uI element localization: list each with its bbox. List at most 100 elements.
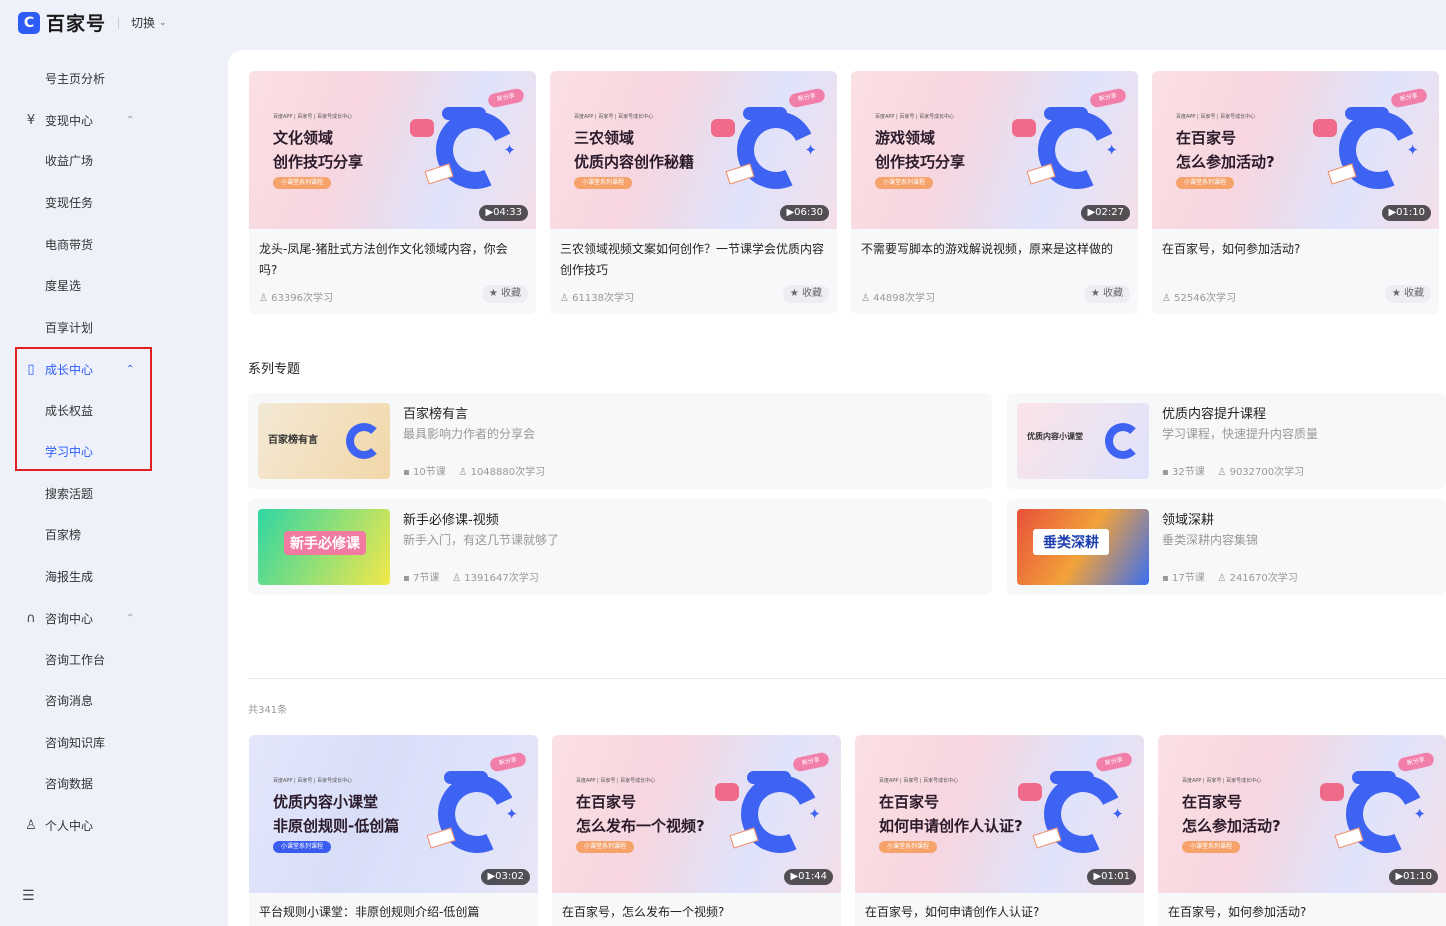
- series-card[interactable]: 新手必修课 新手必修课-视频 新手入门，有这几节课就够了 ▪ 7节课 ♙ 139…: [248, 499, 992, 595]
- sidebar-item-duxingxuan[interactable]: 度星选: [0, 273, 150, 297]
- logo-icon: C: [18, 11, 40, 34]
- thumb-series-pill: 小课堂系列课程: [879, 841, 938, 853]
- series-card[interactable]: 百家榜有言 百家榜有言 最具影响力作者的分享会 ▪ 10节课 ♙ 1048880…: [248, 393, 992, 489]
- favorite-button[interactable]: ★ 收藏: [1384, 285, 1431, 303]
- duration-badge: ▶01:01: [1087, 869, 1136, 885]
- series-thumbnail: 垂类深耕: [1017, 509, 1149, 585]
- book-icon: [426, 827, 456, 849]
- course-card[interactable]: 百度APP | 百家号 | 百家号成长中心 游戏领域 创作技巧分享 小课堂系列课…: [851, 71, 1138, 314]
- sidebar-item-search-topics[interactable]: 搜索活题: [0, 481, 150, 505]
- sidebar-item-label: 电商带货: [45, 237, 94, 252]
- book-icon: [424, 163, 454, 185]
- course-thumbnail[interactable]: 百度APP | 百家号 | 百家号成长中心 文化领域 创作技巧分享 小课堂系列课…: [249, 71, 536, 229]
- sidebar-item-label: 百家榜: [45, 527, 82, 542]
- chevron-down-icon: ⌄: [159, 17, 167, 28]
- sidebar-item-personal-center[interactable]: ♙ 个人中心: [0, 813, 150, 837]
- book-icon: [1026, 163, 1056, 185]
- sidebar-item-label: 度星选: [45, 278, 82, 293]
- course-thumbnail[interactable]: 百度APP | 百家号 | 百家号成长中心 在百家号 怎么参加活动? 小课堂系列…: [1158, 735, 1446, 893]
- duration-badge: ▶01:10: [1389, 869, 1438, 885]
- sparkle-icon: ✦: [1105, 141, 1118, 159]
- course-title[interactable]: 平台规则小课堂：非原创规则介绍-低创篇: [259, 902, 526, 923]
- course-title[interactable]: 在百家号，如何参加活动?: [1168, 902, 1434, 923]
- course-card[interactable]: 百度APP | 百家号 | 百家号成长中心 在百家号 怎么发布一个视频? 小课堂…: [552, 735, 841, 926]
- course-thumbnail[interactable]: 百度APP | 百家号 | 百家号成长中心 在百家号 怎么发布一个视频? 小课堂…: [552, 735, 841, 893]
- sidebar-item-poster-generator[interactable]: 海报生成: [0, 564, 150, 588]
- course-title[interactable]: 在百家号，如何参加活动?: [1162, 239, 1427, 260]
- lessons-icon: ▪: [403, 467, 413, 478]
- sidebar-item-consult-data[interactable]: 咨询数据: [0, 771, 150, 795]
- series-title[interactable]: 优质内容提升课程: [1162, 403, 1266, 422]
- switch-account-button[interactable]: 切换 ⌄: [118, 14, 167, 31]
- course-learners: ♙ 61138次学习: [560, 289, 634, 304]
- sidebar-item-label: 咨询知识库: [45, 735, 106, 750]
- course-card[interactable]: 百度APP | 百家号 | 百家号成长中心 在百家号 怎么参加活动? 小课堂系列…: [1158, 735, 1446, 926]
- sidebar-item-baixiang-plan[interactable]: 百享计划: [0, 315, 150, 339]
- book-icon: [1327, 163, 1357, 185]
- sidebar-item-consult-knowledge[interactable]: 咨询知识库: [0, 730, 150, 754]
- series-meta: ▪ 32节课 ♙ 9032700次学习: [1162, 463, 1304, 478]
- section-title: 系列专题: [248, 362, 301, 377]
- learners-count: 1048880次学习: [470, 467, 546, 478]
- thumb-title-line2: 怎么参加活动?: [1176, 153, 1275, 171]
- star-icon: ★: [1391, 288, 1404, 299]
- sidebar-item-monetization-tasks[interactable]: 变现任务: [0, 190, 150, 214]
- sidebar-item-label: 号主页分析: [45, 71, 106, 86]
- thumb-brands: 百度APP | 百家号 | 百家号成长中心: [1176, 114, 1256, 120]
- course-card[interactable]: 百度APP | 百家号 | 百家号成长中心 文化领域 创作技巧分享 小课堂系列课…: [249, 71, 536, 314]
- user-icon: ♙: [458, 467, 471, 478]
- book-icon: [1032, 827, 1062, 849]
- favorite-label: 收藏: [501, 288, 521, 299]
- course-card[interactable]: 百度APP | 百家号 | 百家号成长中心 在百家号 怎么参加活动? 小课堂系列…: [1152, 71, 1439, 314]
- sidebar-item-ecommerce[interactable]: 电商带货: [0, 232, 150, 256]
- sidebar-item-consult-messages[interactable]: 咨询消息: [0, 688, 150, 712]
- sidebar-item-consult-workbench[interactable]: 咨询工作台: [0, 647, 150, 671]
- course-card[interactable]: 百度APP | 百家号 | 百家号成长中心 优质内容小课堂 非原创规则-低创篇 …: [249, 735, 538, 926]
- series-thumbnail: 优质内容小课堂: [1017, 403, 1149, 479]
- course-thumbnail[interactable]: 百度APP | 百家号 | 百家号成长中心 在百家号 怎么参加活动? 小课堂系列…: [1152, 71, 1439, 229]
- course-thumbnail[interactable]: 百度APP | 百家号 | 百家号成长中心 在百家号 如何申请创作人认证? 小课…: [855, 735, 1144, 893]
- course-thumbnail[interactable]: 百度APP | 百家号 | 百家号成长中心 游戏领域 创作技巧分享 小课堂系列课…: [851, 71, 1138, 229]
- series-card[interactable]: 优质内容小课堂 优质内容提升课程 学习课程，快速提升内容质量 ▪ 32节课 ♙ …: [1007, 393, 1446, 489]
- series-title[interactable]: 领域深耕: [1162, 509, 1214, 528]
- favorite-button[interactable]: ★ 收藏: [1083, 285, 1130, 303]
- thumb-title-line1: 优质内容小课堂: [273, 793, 379, 811]
- course-card[interactable]: 百度APP | 百家号 | 百家号成长中心 在百家号 如何申请创作人认证? 小课…: [855, 735, 1144, 926]
- book-icon: [729, 827, 759, 849]
- sidebar-item-label: 百享计划: [45, 320, 94, 335]
- duration-badge: ▶01:10: [1382, 205, 1431, 221]
- thumb-series-pill: 小课堂系列课程: [1176, 177, 1235, 189]
- thumb-series-pill: 小课堂系列课程: [273, 841, 332, 853]
- course-title[interactable]: 在百家号，怎么发布一个视频?: [562, 902, 829, 923]
- logo[interactable]: C 百家号: [18, 9, 106, 36]
- book-icon: [725, 163, 755, 185]
- course-thumbnail[interactable]: 百度APP | 百家号 | 百家号成长中心 优质内容小课堂 非原创规则-低创篇 …: [249, 735, 538, 893]
- course-title[interactable]: 在百家号，如何申请创作人认证?: [865, 902, 1132, 923]
- favorite-button[interactable]: ★ 收藏: [782, 285, 829, 303]
- highlight-box: [15, 347, 152, 471]
- sidebar-group-monetization[interactable]: ¥ 变现中心 ⌃: [0, 108, 150, 132]
- course-thumbnail[interactable]: 百度APP | 百家号 | 百家号成长中心 三农领域 优质内容创作秘籍 小课堂系…: [550, 71, 837, 229]
- divider: [248, 678, 1446, 679]
- sidebar-group-consult[interactable]: ∩ 咨询中心 ⌃: [0, 606, 150, 630]
- series-title[interactable]: 新手必修课-视频: [403, 509, 499, 528]
- baijiahao-c-icon: [346, 423, 382, 459]
- course-card[interactable]: 百度APP | 百家号 | 百家号成长中心 三农领域 优质内容创作秘籍 小课堂系…: [550, 71, 837, 314]
- sidebar-item-homepage-analysis[interactable]: 号主页分析: [0, 66, 150, 90]
- series-title[interactable]: 百家榜有言: [403, 403, 468, 422]
- course-title[interactable]: 三农领域视频文案如何创作？一节课学会优质内容创作技巧: [560, 239, 825, 281]
- course-title[interactable]: 不需要写脚本的游戏解说视频，原来是这样做的: [861, 239, 1126, 260]
- favorite-button[interactable]: ★ 收藏: [481, 285, 528, 303]
- sidebar-item-earnings-plaza[interactable]: 收益广场: [0, 148, 150, 172]
- learners-count: 44898次学习: [873, 293, 935, 304]
- thumb-tag: 新手必修课: [284, 531, 366, 555]
- thumb-brands: 百度APP | 百家号 | 百家号成长中心: [273, 778, 353, 784]
- user-icon: ♙: [25, 817, 37, 833]
- sidebar-item-baijia-rank[interactable]: 百家榜: [0, 522, 150, 546]
- course-title[interactable]: 龙头-凤尾-猪肚式方法创作文化领域内容，你会吗?: [259, 239, 524, 281]
- sidebar-item-label: 咨询工作台: [45, 652, 106, 667]
- collapse-sidebar-icon[interactable]: ☰: [22, 888, 35, 904]
- camera-icon: [1313, 119, 1337, 137]
- series-card[interactable]: 垂类深耕 领域深耕 垂类深耕内容集锦 ▪ 17节课 ♙ 241670次学习: [1007, 499, 1446, 595]
- star-icon: ★: [1090, 288, 1103, 299]
